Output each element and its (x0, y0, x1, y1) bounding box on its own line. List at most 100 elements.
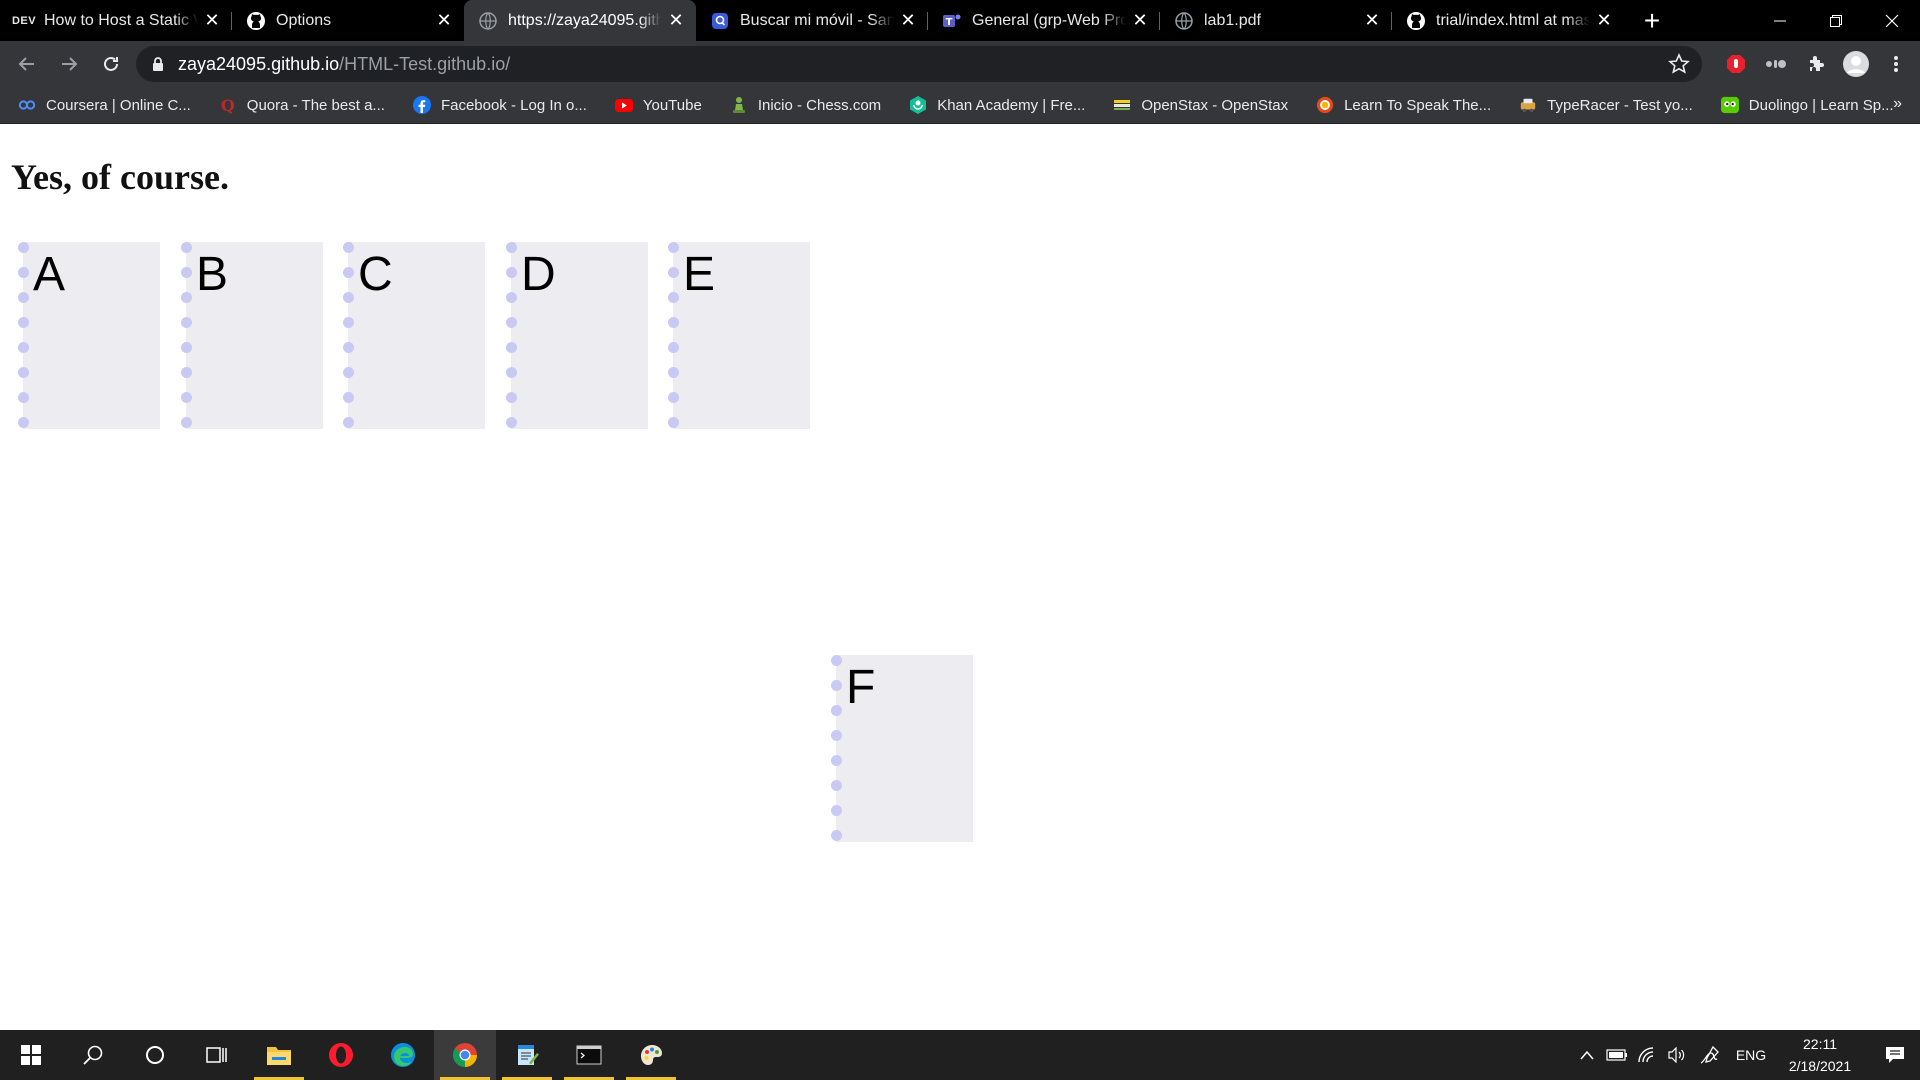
draggable-card-f[interactable]: F (831, 655, 973, 842)
bookmark-facebook[interactable]: Facebook - Log In o... (412, 96, 587, 114)
close-tab-icon[interactable]: ✕ (898, 10, 918, 31)
globe-icon (1174, 11, 1194, 31)
profile-avatar[interactable] (1836, 44, 1876, 84)
bookmark-openstax[interactable]: OpenStax - OpenStax (1113, 96, 1288, 114)
input-language[interactable]: ENG (1729, 1047, 1773, 1063)
new-tab-button[interactable]: + (1632, 0, 1672, 41)
terminal-icon[interactable] (558, 1030, 620, 1080)
card-dot (18, 267, 29, 278)
chevron-up-icon[interactable] (1573, 1050, 1601, 1060)
draggable-card-c[interactable]: C (343, 242, 485, 429)
lock-icon[interactable] (152, 56, 166, 72)
card-dot (506, 317, 517, 328)
bookmark-youtube[interactable]: YouTube (614, 96, 702, 114)
card-dot (181, 342, 192, 353)
card-dot (831, 755, 842, 766)
tab-buscar-movil[interactable]: Buscar mi móvil - Sams ✕ (696, 0, 928, 41)
openstax-icon (1113, 96, 1131, 114)
card-dot (506, 417, 517, 428)
bookmark-chess[interactable]: Inicio - Chess.com (730, 96, 881, 114)
card-dot (343, 417, 354, 428)
card-dot (181, 392, 192, 403)
card-dot (506, 292, 517, 303)
tab-title: Buscar mi móvil - Sams (740, 11, 894, 29)
extension-stop-icon[interactable] (1716, 44, 1756, 84)
menu-kebab-icon[interactable] (1876, 44, 1916, 84)
bookmark-quora[interactable]: Q Quora - The best a... (219, 96, 385, 115)
tab-teams-general[interactable]: T General (grp-Web Prog ✕ (928, 0, 1160, 41)
paint-icon[interactable] (620, 1030, 682, 1080)
card-dot (506, 242, 517, 253)
extension-reader-icon[interactable] (1756, 44, 1796, 84)
draggable-card-e[interactable]: E (668, 242, 810, 429)
close-tab-icon[interactable]: ✕ (1362, 10, 1382, 31)
close-tab-icon[interactable]: ✕ (1594, 10, 1614, 31)
card-dot (668, 342, 679, 353)
bookmark-typeracer[interactable]: TypeRacer - Test yo... (1519, 96, 1693, 114)
bookmark-duolingo[interactable]: Duolingo | Learn Sp... (1720, 96, 1894, 114)
youtube-icon (614, 96, 633, 114)
file-explorer-icon[interactable] (248, 1030, 310, 1080)
extensions-puzzle-icon[interactable] (1796, 44, 1836, 84)
draggable-card-b[interactable]: B (181, 242, 323, 429)
github-icon (246, 11, 266, 31)
bookmark-label: Inicio - Chess.com (757, 96, 882, 114)
close-tab-icon[interactable]: ✕ (434, 10, 454, 31)
bookmarks-overflow-icon[interactable]: » (1893, 95, 1902, 113)
draggable-card-a[interactable]: A (18, 242, 160, 429)
tab-strip: DEV How to Host a Static W ✕ Options ✕ h… (0, 0, 1920, 41)
card-dot (181, 367, 192, 378)
windows-start-icon[interactable] (0, 1030, 62, 1080)
reload-button[interactable] (92, 45, 130, 83)
bookmark-label: Khan Academy | Fre... (937, 96, 1086, 114)
forward-button[interactable] (50, 45, 88, 83)
bookmark-learn-to-speak[interactable]: Learn To Speak The... (1316, 96, 1491, 114)
task-view-icon[interactable] (186, 1030, 248, 1080)
address-bar[interactable]: zaya24095.github.io/HTML-Test.github.io/ (136, 46, 1702, 82)
search-icon[interactable] (62, 1030, 124, 1080)
teams-icon: T (942, 11, 962, 31)
card-dot (506, 367, 517, 378)
draggable-card-d[interactable]: D (506, 242, 648, 429)
card-dot (343, 292, 354, 303)
close-tab-icon[interactable]: ✕ (1130, 10, 1150, 31)
bookmark-star-icon[interactable] (1668, 53, 1690, 80)
card-dot (831, 655, 842, 666)
card-dot-rail (181, 242, 193, 429)
edge-icon[interactable] (372, 1030, 434, 1080)
close-tab-icon[interactable]: ✕ (202, 10, 222, 31)
chrome-icon[interactable] (434, 1030, 496, 1080)
khan-academy-icon (909, 96, 927, 114)
bookmark-coursera[interactable]: Coursera | Online C... (18, 96, 191, 114)
notification-center-icon[interactable] (1871, 1046, 1919, 1064)
minimize-icon[interactable] (1752, 0, 1808, 41)
card-dot-rail (506, 242, 518, 429)
pen-ink-icon[interactable] (1693, 1045, 1727, 1065)
close-window-icon[interactable] (1864, 0, 1920, 41)
tab-trial-index[interactable]: trial/index.html at mast ✕ (1392, 0, 1624, 41)
tab-options[interactable]: Options ✕ (232, 0, 464, 41)
restore-icon[interactable] (1808, 0, 1864, 41)
volume-icon[interactable] (1663, 1047, 1691, 1063)
tab-active-zaya24095[interactable]: https://zaya24095.githu ✕ (464, 0, 696, 41)
tab-title: General (grp-Web Prog (972, 11, 1126, 29)
battery-icon[interactable] (1603, 1049, 1631, 1061)
system-tray: ENG 22:11 2/18/2021 (1572, 1030, 1920, 1080)
card-dot (668, 317, 679, 328)
card-dot-rail (343, 242, 355, 429)
system-clock[interactable]: 22:11 2/18/2021 (1780, 1033, 1860, 1077)
wifi-icon[interactable] (1633, 1047, 1661, 1063)
back-button[interactable] (8, 45, 46, 83)
card-dot (668, 242, 679, 253)
notepad-icon[interactable] (496, 1030, 558, 1080)
card-dot-rail (18, 242, 30, 429)
bookmark-khan-academy[interactable]: Khan Academy | Fre... (909, 96, 1085, 114)
close-tab-icon[interactable]: ✕ (666, 10, 686, 31)
card-dot (506, 267, 517, 278)
tab-lab1-pdf[interactable]: lab1.pdf ✕ (1160, 0, 1392, 41)
opera-icon[interactable] (310, 1030, 372, 1080)
url-host: zaya24095.github.io (178, 53, 340, 74)
card-dot-rail (668, 242, 680, 429)
cortana-icon[interactable] (124, 1030, 186, 1080)
tab-dev-static[interactable]: DEV How to Host a Static W ✕ (0, 0, 232, 41)
